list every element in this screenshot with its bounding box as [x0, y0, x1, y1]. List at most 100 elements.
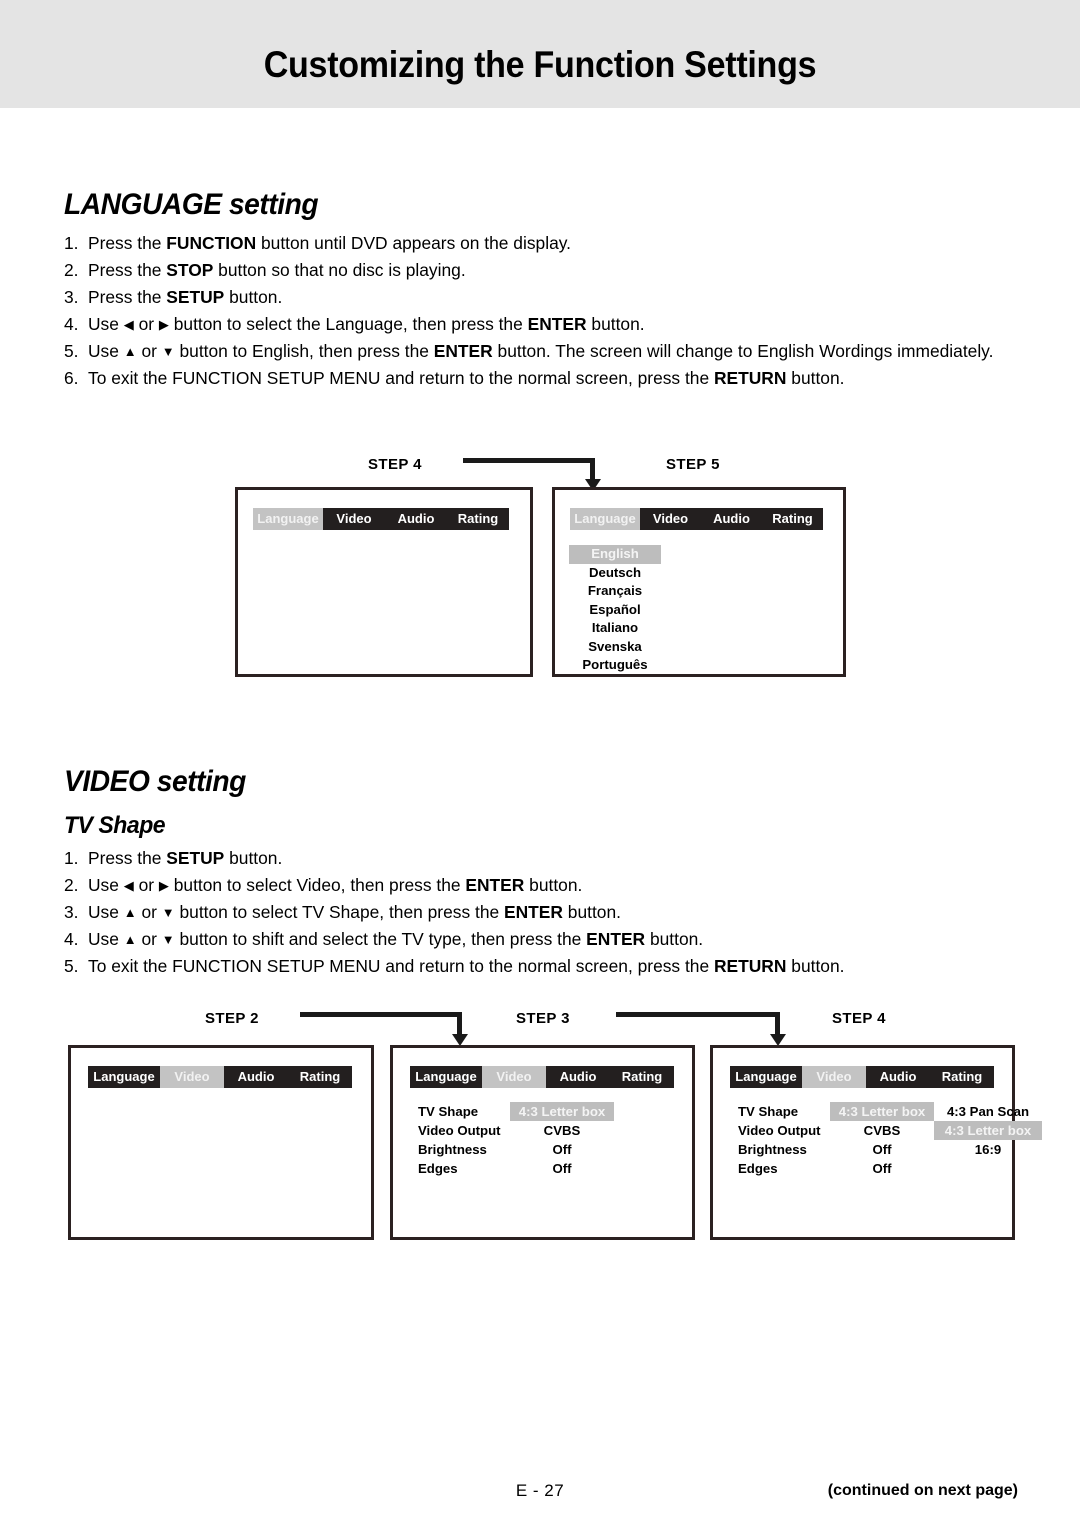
step-number: 1.: [64, 233, 79, 253]
video-setting-value[interactable]: Off: [510, 1159, 614, 1178]
language-step-item: 1. Press the FUNCTION button until DVD ap…: [64, 233, 1019, 253]
video-setting-row[interactable]: Video Output CVBS: [418, 1121, 614, 1140]
tv-screen-video-step2: Language Video Audio Rating: [68, 1045, 374, 1240]
step-label-video-4: STEP 4: [832, 1010, 886, 1027]
tv-screen-video-step4: Language Video Audio Rating TV Shape 4:3 …: [710, 1045, 1042, 1240]
menu-tab-language[interactable]: Language: [88, 1066, 160, 1088]
video-step-item: 1. Press the SETUP button.: [64, 848, 1019, 868]
left-arrow-icon: ◀: [123, 877, 134, 893]
step-text: Press the SETUP button.: [88, 848, 283, 868]
language-step-item: 6. To exit the FUNCTION SETUP MENU and re…: [64, 367, 1019, 388]
video-setting-label: Brightness: [418, 1142, 487, 1157]
step-text: Use ▲ or ▼ button to select TV Shape, th…: [88, 901, 621, 922]
video-setting-row[interactable]: Video Output CVBS 4:3 Letter box: [738, 1121, 1042, 1140]
menu-tab-audio[interactable]: Audio: [701, 508, 762, 530]
video-setting-value[interactable]: Off: [830, 1140, 934, 1159]
video-step-item: 4. Use ▲ or ▼ button to shift and select …: [64, 928, 1019, 949]
video-setting-value[interactable]: 4:3 Letter box: [830, 1102, 934, 1121]
menu-tab-rating[interactable]: Rating: [447, 508, 509, 530]
tv-type-option[interactable]: 4:3 Pan Scan: [934, 1102, 1042, 1121]
menu-tab-audio[interactable]: Audio: [224, 1066, 288, 1088]
video-setting-value[interactable]: CVBS: [510, 1121, 614, 1140]
menu-tab-language[interactable]: Language: [253, 508, 323, 530]
menu-tab-video[interactable]: Video: [482, 1066, 546, 1088]
language-option[interactable]: Italiano: [569, 619, 661, 638]
tv-screen-lang-step5: Language Video Audio Rating English Deuts…: [552, 487, 846, 677]
language-option[interactable]: Português: [569, 656, 661, 675]
tv-type-option[interactable]: 4:3 Letter box: [934, 1121, 1042, 1140]
tv-shape-subheading: TV Shape: [64, 812, 166, 839]
video-setting-label: Edges: [738, 1161, 778, 1176]
osd-menu-bar-video-step4: Language Video Audio Rating: [730, 1066, 994, 1088]
menu-tab-video[interactable]: Video: [640, 508, 701, 530]
video-setting-row[interactable]: Edges Off: [738, 1159, 1042, 1178]
down-arrow-icon: ▼: [161, 904, 175, 920]
menu-tab-rating[interactable]: Rating: [930, 1066, 994, 1088]
video-steps-list: 1. Press the SETUP button. 2. Use ◀ or ▶ bu…: [64, 848, 1019, 985]
video-diagram: STEP 2 STEP 3 STEP 4 Language Video Audi…: [0, 0, 1080, 1526]
step-number: 3.: [64, 901, 79, 922]
step-text: To exit the FUNCTION SETUP MENU and retu…: [88, 955, 845, 976]
menu-tab-video[interactable]: Video: [160, 1066, 224, 1088]
menu-tab-audio[interactable]: Audio: [385, 508, 447, 530]
menu-tab-language[interactable]: Language: [730, 1066, 802, 1088]
osd-video-settings-step4: TV Shape 4:3 Letter box 4:3 Pan Scan Video …: [738, 1102, 1042, 1178]
step-number: 3.: [64, 286, 79, 307]
step-number: 1.: [64, 848, 79, 868]
video-setting-label: Brightness: [738, 1142, 807, 1157]
down-arrow-icon: ▼: [161, 931, 175, 947]
menu-tab-audio[interactable]: Audio: [546, 1066, 610, 1088]
menu-tab-language[interactable]: Language: [570, 508, 640, 530]
step-label-video-2: STEP 2: [205, 1010, 259, 1027]
down-arrow-icon: ▼: [161, 343, 175, 359]
right-arrow-icon: ▶: [158, 316, 169, 332]
up-arrow-icon: ▲: [123, 343, 137, 359]
language-diagram: STEP 4 STEP 5 Language Video Audio Ratin…: [0, 0, 1080, 1526]
step-label-video-3: STEP 3: [516, 1010, 570, 1027]
step-text: Press the FUNCTION button until DVD appe…: [88, 233, 571, 253]
video-setting-value[interactable]: Off: [510, 1140, 614, 1159]
language-option[interactable]: Français: [569, 582, 661, 601]
menu-tab-audio[interactable]: Audio: [866, 1066, 930, 1088]
language-option[interactable]: Svenska: [569, 638, 661, 657]
video-setting-value[interactable]: Off: [830, 1159, 934, 1178]
step-text: Press the SETUP button.: [88, 286, 283, 307]
menu-tab-video[interactable]: Video: [323, 508, 385, 530]
video-setting-value[interactable]: CVBS: [830, 1121, 934, 1140]
tv-type-option[interactable]: 16:9: [934, 1140, 1042, 1159]
right-arrow-icon: ▶: [158, 877, 169, 893]
video-setting-row[interactable]: Edges Off: [418, 1159, 614, 1178]
step-label-lang-5: STEP 5: [666, 456, 720, 473]
menu-tab-rating[interactable]: Rating: [762, 508, 823, 530]
language-option[interactable]: Deutsch: [569, 564, 661, 583]
step-number: 5.: [64, 955, 79, 976]
step-label-lang-4: STEP 4: [368, 456, 422, 473]
video-setting-row[interactable]: Brightness Off 16:9: [738, 1140, 1042, 1159]
step-number: 4.: [64, 928, 79, 949]
language-section-heading: LANGUAGE setting: [64, 188, 319, 221]
video-setting-row[interactable]: TV Shape 4:3 Letter box: [418, 1102, 614, 1121]
menu-tab-language[interactable]: Language: [410, 1066, 482, 1088]
step-text: Use ◀ or ▶ button to select Video, then …: [88, 874, 583, 895]
video-setting-value[interactable]: 4:3 Letter box: [510, 1102, 614, 1121]
osd-menu-bar-lang-step4: Language Video Audio Rating: [253, 508, 509, 530]
language-step-item: 3. Press the SETUP button.: [64, 286, 1019, 307]
step-number: 4.: [64, 313, 79, 334]
page-title: Customizing the Function Settings: [263, 44, 817, 85]
video-setting-row[interactable]: Brightness Off: [418, 1140, 614, 1159]
language-steps-list: 1. Press the FUNCTION button until DVD ap…: [64, 233, 1019, 396]
step-number: 6.: [64, 367, 79, 388]
step-text: Use ▲ or ▼ button to English, then press…: [88, 340, 994, 361]
language-option[interactable]: Español: [569, 601, 661, 620]
menu-tab-rating[interactable]: Rating: [288, 1066, 352, 1088]
step-text: Use ▲ or ▼ button to shift and select th…: [88, 928, 704, 949]
language-option[interactable]: English: [569, 545, 661, 564]
continued-note: (continued on next page): [827, 1482, 1018, 1499]
osd-menu-bar-video-step3: Language Video Audio Rating: [410, 1066, 674, 1088]
left-arrow-icon: ◀: [123, 316, 134, 332]
menu-tab-video[interactable]: Video: [802, 1066, 866, 1088]
tv-screen-lang-step4: Language Video Audio Rating: [235, 487, 533, 677]
menu-tab-rating[interactable]: Rating: [610, 1066, 674, 1088]
video-setting-row[interactable]: TV Shape 4:3 Letter box 4:3 Pan Scan: [738, 1102, 1042, 1121]
step-text: Use ◀ or ▶ button to select the Language…: [88, 313, 645, 334]
